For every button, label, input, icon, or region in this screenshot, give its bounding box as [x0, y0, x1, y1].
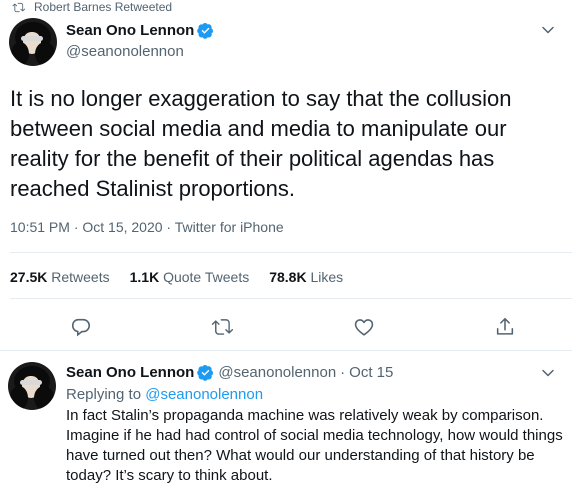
avatar-hair-left — [10, 386, 28, 410]
tweet-source[interactable]: Twitter for iPhone — [175, 219, 284, 235]
separator: · — [340, 364, 346, 381]
avatar-hair-right — [35, 42, 55, 66]
tweet-actions — [0, 312, 572, 342]
chevron-down-icon — [542, 369, 554, 377]
reply-author-handle[interactable]: @seanonolennon — [218, 364, 336, 381]
avatar-glasses — [20, 380, 42, 385]
reply-date[interactable]: Oct 15 — [349, 364, 393, 381]
quote-count: 1.1K — [129, 269, 160, 285]
avatar[interactable] — [8, 362, 56, 410]
replying-to: Replying to @seanonolennon — [66, 386, 263, 403]
verified-badge-icon — [197, 364, 214, 381]
avatar-hair-left — [11, 42, 29, 66]
tweet-text: It is no longer exaggeration to say that… — [10, 86, 512, 201]
share-icon — [496, 317, 514, 335]
tweet-meta: 10:51 PM · Oct 15, 2020 · Twitter for iP… — [10, 219, 284, 235]
chevron-down-icon — [542, 26, 554, 34]
like-button[interactable] — [353, 316, 375, 338]
retweet-button[interactable] — [211, 316, 234, 338]
tweet-stats: 27.5K Retweets 1.1K Quote Tweets 78.8K L… — [10, 269, 363, 285]
likes-label: Likes — [310, 269, 344, 285]
retweet-context[interactable]: Robert Barnes Retweeted — [12, 0, 172, 14]
avatar-hair-right — [34, 386, 54, 410]
divider — [10, 252, 572, 253]
reply-text: In fact Stalin’s propaganda machine was … — [66, 407, 563, 484]
retweets-count: 27.5K — [10, 269, 48, 285]
likes-stat[interactable]: 78.8K Likes — [269, 269, 343, 285]
reply-header: Sean Ono Lennon @seanonolennon · Oct 15 — [66, 364, 393, 381]
author-name[interactable]: Sean Ono Lennon — [66, 22, 194, 39]
likes-count: 78.8K — [269, 269, 307, 285]
verified-badge-icon — [197, 22, 214, 39]
retweets-label: Retweets — [51, 269, 110, 285]
more-options-button[interactable] — [538, 20, 558, 40]
retweet-context-label: Robert Barnes Retweeted — [34, 0, 173, 14]
author-name-row[interactable]: Sean Ono Lennon — [66, 22, 214, 39]
reply-icon — [71, 318, 91, 337]
replying-prefix: Replying to — [66, 386, 146, 403]
author-handle[interactable]: @seanonolennon — [66, 43, 184, 60]
quote-tweets-stat[interactable]: 1.1K Quote Tweets — [130, 269, 250, 285]
like-icon — [354, 319, 374, 336]
retweet-icon — [211, 319, 234, 335]
divider — [10, 298, 572, 299]
more-options-button[interactable] — [538, 363, 558, 383]
reply-button[interactable] — [70, 316, 92, 338]
quote-label: Quote Tweets — [163, 269, 250, 285]
share-button[interactable] — [494, 316, 516, 338]
reply-author-name[interactable]: Sean Ono Lennon — [66, 364, 194, 381]
tweet-timestamp[interactable]: 10:51 PM · Oct 15, 2020 · — [10, 219, 175, 235]
retweet-icon — [12, 2, 25, 12]
divider — [0, 350, 572, 351]
retweets-stat[interactable]: 27.5K Retweets — [10, 269, 110, 285]
avatar[interactable] — [9, 18, 57, 66]
replying-mention-link[interactable]: @seanonolennon — [145, 386, 263, 403]
avatar-glasses — [21, 36, 43, 41]
